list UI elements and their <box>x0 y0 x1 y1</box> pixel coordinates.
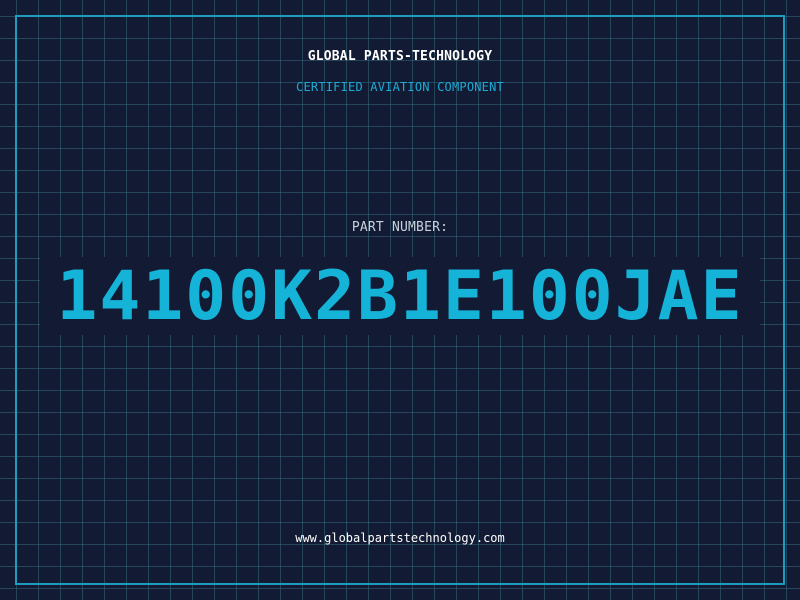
website-url: www.globalpartstechnology.com <box>295 531 505 545</box>
part-number-label: PART NUMBER: <box>351 220 449 235</box>
tagline: CERTIFIED AVIATION COMPONENT <box>296 80 504 94</box>
company-name: GLOBAL PARTS-TECHNOLOGY <box>307 49 493 64</box>
part-number-value: 14100K2B1E100JAE <box>56 257 744 336</box>
